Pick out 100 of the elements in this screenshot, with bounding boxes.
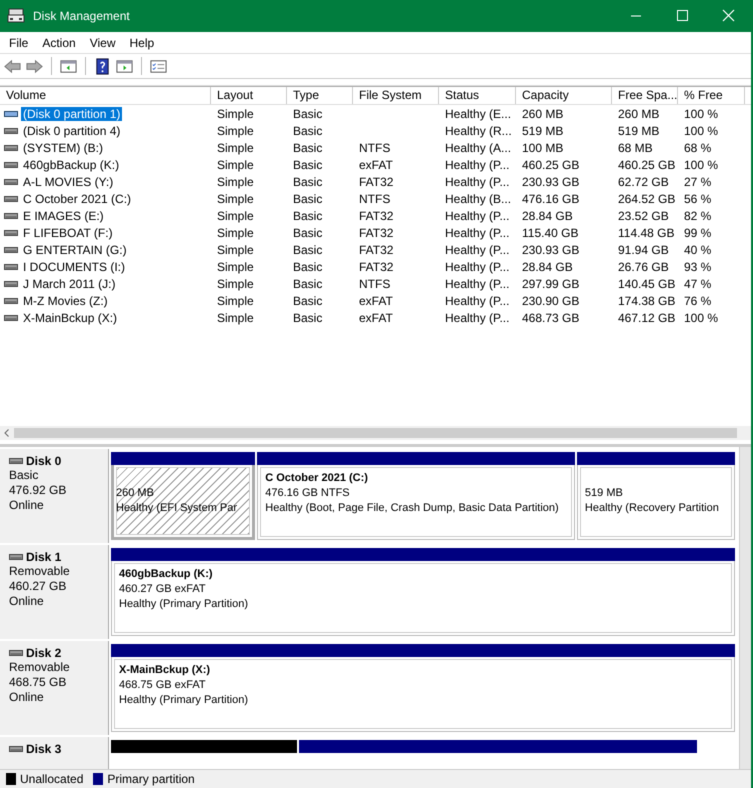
table-cell-text: FAT32 <box>358 226 394 240</box>
disk-name: Disk 2 <box>26 646 62 660</box>
table-cell-text: Healthy (P... <box>444 158 510 172</box>
disk-type: Removable <box>9 564 71 579</box>
column-header[interactable]: Layout <box>211 87 287 104</box>
table-cell-text: Healthy (P... <box>444 310 510 324</box>
table-cell-text: FAT32 <box>358 208 394 222</box>
table-cell-text: Simple <box>216 158 255 172</box>
table-cell-text: Healthy (P... <box>444 276 510 290</box>
table-cell-text: 100 % <box>683 106 720 120</box>
drive-icon <box>4 160 18 168</box>
table-cell-text: 230.93 GB <box>521 174 580 188</box>
menu-item[interactable]: View <box>82 36 122 50</box>
table-cell-text: Healthy (P... <box>444 260 510 274</box>
menu-item[interactable]: File <box>2 36 36 50</box>
drive-icon <box>4 296 18 304</box>
table-cell-text: Simple <box>216 140 255 154</box>
table-cell-text: Basic <box>292 106 324 120</box>
drive-icon <box>9 457 23 465</box>
partition-detail: Healthy (Primary Partition) <box>119 597 249 612</box>
vertical-scrollbar[interactable] <box>739 447 751 769</box>
table-cell-text: Simple <box>216 226 255 240</box>
legend-label: Primary partition <box>107 772 195 786</box>
table-cell-text: Basic <box>292 124 324 138</box>
table-cell-text: 100 % <box>683 124 720 138</box>
disk-status: Online <box>9 690 45 705</box>
column-header[interactable]: Type <box>287 87 353 104</box>
column-header[interactable]: Capacity <box>516 87 612 104</box>
table-cell-text: 467.12 GB <box>617 310 676 324</box>
partition-block[interactable]: 260 MB Healthy (EFI System Par <box>111 465 256 540</box>
volume-name[interactable]: I DOCUMENTS (I:) <box>21 260 127 274</box>
table-cell-text: 100 % <box>683 310 720 324</box>
drive-icon <box>4 110 18 118</box>
volume-name[interactable]: C October 2021 (C:) <box>21 192 134 206</box>
table-cell-text: 27 % <box>683 174 712 188</box>
table-cell-text: Healthy (R... <box>444 124 513 138</box>
volume-name[interactable]: F LIFEBOAT (F:) <box>21 226 115 240</box>
table-cell-text: Simple <box>216 260 255 274</box>
table-cell-text: NTFS <box>358 192 392 206</box>
table-cell-text: 56 % <box>683 192 712 206</box>
table-cell-text: 260 MB <box>617 106 660 120</box>
table-cell-text: 23.52 GB <box>617 208 670 222</box>
table-cell-text: 114.48 GB <box>617 226 676 240</box>
table-cell-text: 260 MB <box>521 106 564 120</box>
table-cell-text: 115.40 GB <box>521 226 580 240</box>
partition-title: 460gbBackup (K:) <box>119 567 214 582</box>
drive-icon <box>4 178 18 186</box>
volume-name[interactable]: M-Z Movies (Z:) <box>21 294 110 308</box>
column-header[interactable]: File System <box>353 87 439 104</box>
menu-item[interactable]: Action <box>35 36 83 50</box>
volume-name[interactable]: 460gbBackup (K:) <box>21 158 122 172</box>
column-header[interactable]: Status <box>439 87 516 104</box>
partition-block[interactable]: 460gbBackup (K:) 460.27 GB exFAT Healthy (Primary Partition) <box>111 561 735 636</box>
drive-icon <box>4 280 18 288</box>
partition-block[interactable]: C October 2021 (C:) 476.16 GB NTFS Healthy (Boot, Page File, Crash Dump, Basic Data Partition) <box>257 465 575 540</box>
disk-size: 460.27 GB <box>9 579 68 594</box>
partition-detail: 476.16 GB NTFS <box>265 486 351 501</box>
table-cell-text: Healthy (B... <box>444 192 512 206</box>
volume-name[interactable]: (Disk 0 partition 4) <box>21 124 122 138</box>
table-cell-text: Simple <box>216 192 255 206</box>
disk-name: Disk 3 <box>26 742 62 756</box>
drive-icon <box>4 246 18 254</box>
table-cell-text: Simple <box>216 242 255 256</box>
table-cell-text: 82 % <box>683 208 712 222</box>
table-cell-text: 62.72 GB <box>617 174 670 188</box>
partition-block[interactable]: 519 MB Healthy (Recovery Partition <box>576 465 736 540</box>
table-cell-text: Basic <box>292 242 324 256</box>
volume-name[interactable]: X-MainBckup (X:) <box>21 310 120 324</box>
table-cell-text: Healthy (P... <box>444 226 510 240</box>
horizontal-scrollbar[interactable] <box>0 426 751 440</box>
volume-name[interactable]: (Disk 0 partition 1) <box>21 106 122 120</box>
partition-detail: 468.75 GB exFAT <box>119 678 207 693</box>
table-cell-text: 264.52 GB <box>617 192 676 206</box>
partition-block[interactable]: X-MainBckup (X:) 468.75 GB exFAT Healthy (Primary Partition) <box>111 657 735 732</box>
table-cell-text: 174.38 GB <box>617 294 676 308</box>
table-cell-text: Basic <box>292 294 324 308</box>
volume-name[interactable]: G ENTERTAIN (G:) <box>21 242 129 256</box>
table-cell-text: 100 % <box>683 158 720 172</box>
column-header[interactable]: Free Spa... <box>612 87 678 104</box>
table-cell-text: 140.45 GB <box>617 276 676 290</box>
volume-name[interactable]: (SYSTEM) (B:) <box>21 140 105 154</box>
volume-name[interactable]: J March 2011 (J:) <box>21 276 118 290</box>
table-cell-text: Basic <box>292 260 324 274</box>
table-cell-text: Simple <box>216 208 255 222</box>
table-cell-text: 460.25 GB <box>521 158 580 172</box>
table-cell-text: Healthy (P... <box>444 208 510 222</box>
table-cell-text: Basic <box>292 174 324 188</box>
table-cell-text: FAT32 <box>358 260 394 274</box>
table-cell-text: Healthy (P... <box>444 174 510 188</box>
drive-icon <box>4 262 18 270</box>
volume-name[interactable]: A-L MOVIES (Y:) <box>21 174 116 188</box>
drive-icon <box>4 194 18 202</box>
column-header[interactable]: % Free <box>678 87 745 104</box>
drive-icon <box>9 745 23 753</box>
menu-item[interactable]: Help <box>122 36 162 50</box>
volume-name[interactable]: E IMAGES (E:) <box>21 208 106 222</box>
column-header[interactable]: Volume <box>0 87 211 104</box>
table-cell-text: Basic <box>292 208 324 222</box>
window-title: Disk Management <box>33 9 131 23</box>
disk-size: 468.75 GB <box>9 675 68 690</box>
